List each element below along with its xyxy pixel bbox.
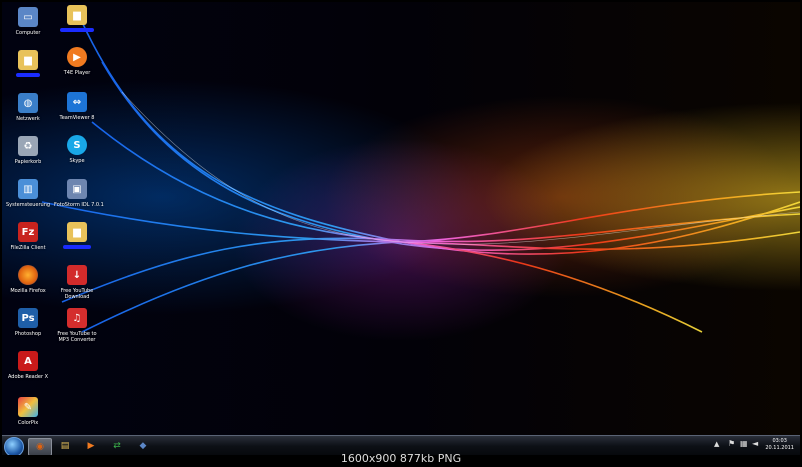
- desktop-icon-label: FotoStorm IDL 7.0.1: [54, 202, 104, 208]
- folder-icon: ▆: [18, 50, 38, 70]
- colorpix-icon: ✎: [18, 397, 38, 417]
- desktop: ▭ Computer ▆ ◍ Netzwerk ♻ Papierkorb ▥ S…: [2, 2, 800, 435]
- clock[interactable]: 03:03 20.11.2011: [765, 438, 794, 452]
- folder-icon: ▆: [67, 5, 87, 25]
- teamviewer-icon: ⇔: [67, 92, 87, 112]
- desktop-icon-label: Netzwerk: [16, 116, 40, 122]
- desktop-icon-t4e-player[interactable]: ▶ T4E Player: [54, 47, 100, 87]
- desktop-icon-photoshop[interactable]: Ps Photoshop: [5, 308, 51, 348]
- screenshot-frame: ▭ Computer ▆ ◍ Netzwerk ♻ Papierkorb ▥ S…: [2, 2, 800, 463]
- folder-icon: ▤: [60, 441, 70, 451]
- network-tray-icon[interactable]: ▦: [740, 439, 748, 448]
- taskbar-button-app[interactable]: ◆: [132, 438, 154, 454]
- show-hidden-icons-icon[interactable]: ▲: [714, 440, 719, 448]
- photoshop-icon: Ps: [18, 308, 38, 328]
- desktop-icon-adobe-reader[interactable]: A Adobe Reader X: [5, 351, 51, 391]
- desktop-icon-teamviewer[interactable]: ⇔ TeamViewer 8: [54, 92, 100, 132]
- firefox-icon: [18, 265, 38, 285]
- desktop-icon-fotostorm[interactable]: ▣ FotoStorm IDL 7.0.1: [54, 179, 104, 219]
- desktop-icon-label: ColorPix: [17, 420, 39, 426]
- desktop-icon-skype[interactable]: S Skype: [54, 135, 100, 175]
- player-icon: ▶: [67, 47, 87, 67]
- desktop-icon-folder-1[interactable]: ▆: [5, 50, 51, 90]
- desktop-icon-papierkorb[interactable]: ♻ Papierkorb: [5, 136, 51, 176]
- filezilla-icon: Fz: [18, 222, 38, 242]
- desktop-icon-label: FileZilla Client: [10, 245, 46, 251]
- desktop-icon-computer[interactable]: ▭ Computer: [5, 7, 51, 47]
- redaction-bar: [63, 245, 91, 249]
- skype-icon: S: [67, 135, 87, 155]
- desktop-icon-label: Free YouTube to MP3 Converter: [57, 331, 97, 343]
- desktop-icon-label: Photoshop: [14, 331, 42, 337]
- redaction-bar: [60, 28, 94, 32]
- folder-icon: ▆: [67, 222, 87, 242]
- action-center-icon[interactable]: ⚑: [728, 439, 735, 448]
- system-tray: ▲ ⚑ ▦ ◄ 03:03 20.11.2011: [710, 436, 800, 456]
- volume-icon[interactable]: ◄: [752, 439, 758, 448]
- desktop-icon-label: Skype: [69, 158, 85, 164]
- firefox-icon: ◉: [36, 442, 44, 452]
- desktop-icon-firefox[interactable]: Mozilla Firefox: [5, 265, 51, 305]
- image-caption: 1600x900 877kb PNG: [2, 453, 800, 463]
- desktop-icon-filezilla[interactable]: Fz FileZilla Client: [5, 222, 51, 262]
- desktop-icon-free-youtube-download[interactable]: ↓ Free YouTube Download: [54, 265, 100, 305]
- recycle-bin-icon: ♻: [18, 136, 38, 156]
- desktop-icon-systemsteuerung[interactable]: ▥ Systemsteuerung: [5, 179, 51, 219]
- desktop-icon-label: Free YouTube Download: [60, 288, 94, 300]
- desktop-icon-free-youtube-mp3[interactable]: ♫ Free YouTube to MP3 Converter: [54, 308, 100, 348]
- desktop-icon-label: Computer: [15, 30, 41, 36]
- taskbar-button-network[interactable]: ⇄: [106, 438, 128, 454]
- desktop-icon-folder-3[interactable]: ▆: [54, 222, 100, 262]
- box-icon: ▣: [67, 179, 87, 199]
- desktop-icon-label: Papierkorb: [14, 159, 42, 165]
- desktop-icon-folder-2[interactable]: ▆: [54, 5, 100, 45]
- desktop-icon-label: T4E Player: [63, 70, 91, 76]
- control-panel-icon: ▥: [18, 179, 38, 199]
- desktop-icon-label: Systemsteuerung: [5, 202, 51, 208]
- wallpaper-waves: [41, 21, 800, 333]
- clock-time: 03:03: [772, 438, 787, 444]
- taskbar-button-media-player[interactable]: ▶: [80, 438, 102, 454]
- desktop-icon-label: Mozilla Firefox: [10, 288, 46, 294]
- taskbar-button-explorer[interactable]: ▤: [54, 438, 76, 454]
- adobe-reader-icon: A: [18, 351, 38, 371]
- taskbar-button-firefox[interactable]: ◉: [28, 438, 52, 456]
- network-icon: ◍: [18, 93, 38, 113]
- start-button[interactable]: [4, 437, 24, 457]
- computer-icon: ▭: [18, 7, 38, 27]
- desktop-icon-colorpix[interactable]: ✎ ColorPix: [5, 397, 51, 435]
- desktop-icon-netzwerk[interactable]: ◍ Netzwerk: [5, 93, 51, 133]
- download-icon: ↓: [67, 265, 87, 285]
- clock-date: 20.11.2011: [765, 445, 794, 451]
- media-player-icon: ▶: [87, 441, 95, 451]
- network-sharing-icon: ⇄: [113, 441, 121, 451]
- mp3-converter-icon: ♫: [67, 308, 87, 328]
- app-icon: ◆: [139, 441, 147, 451]
- desktop-icon-label: Adobe Reader X: [7, 374, 49, 380]
- redaction-bar: [16, 73, 40, 77]
- desktop-icon-label: TeamViewer 8: [59, 115, 95, 121]
